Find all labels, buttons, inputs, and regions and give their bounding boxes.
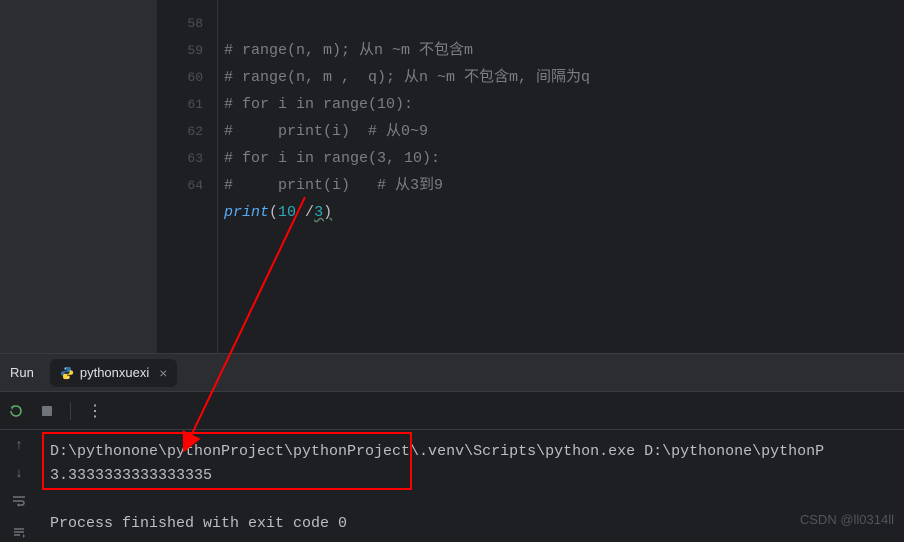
run-toolbar: ⋮	[0, 392, 904, 430]
up-arrow-icon[interactable]: ↑	[15, 438, 23, 454]
line-number: 61	[158, 91, 203, 118]
run-tab-bar: Run pythonxuexi ×	[0, 354, 904, 392]
run-tab-name: pythonxuexi	[80, 365, 149, 380]
line-number: 58	[158, 10, 203, 37]
line-number: 59	[158, 37, 203, 64]
code-line: # for i in range(3, 10):	[224, 150, 440, 167]
editor-area: 58 59 60 61 62 63 64 # range(n, m); 从n ~…	[0, 0, 904, 353]
gutter: 58 59 60 61 62 63 64	[158, 0, 218, 353]
line-number: 62	[158, 118, 203, 145]
code-line: # range(n, m , q); 从n ~m 不包含m, 间隔为q	[224, 69, 590, 86]
console-line: Process finished with exit code 0	[50, 515, 347, 531]
run-label[interactable]: Run	[6, 365, 38, 380]
wrap-icon[interactable]	[11, 494, 27, 513]
separator	[70, 402, 71, 420]
line-number: 63	[158, 145, 203, 172]
code-line: # print(i) # 从3到9	[224, 177, 443, 194]
code-editor[interactable]: # range(n, m); 从n ~m 不包含m # range(n, m ,…	[218, 0, 904, 353]
code-line: print(10 /3)	[224, 204, 332, 221]
code-line: # range(n, m); 从n ~m 不包含m	[224, 42, 473, 59]
close-icon[interactable]: ×	[159, 365, 167, 381]
project-panel[interactable]	[0, 0, 158, 353]
down-arrow-icon[interactable]: ↓	[15, 466, 23, 482]
python-icon	[60, 366, 74, 380]
watermark: CSDN @ll0314ll	[800, 512, 894, 527]
console-line: D:\pythonone\pythonProject\pythonProject…	[50, 443, 824, 460]
run-tab[interactable]: pythonxuexi ×	[50, 359, 178, 387]
console-line: 3.3333333333333335	[50, 467, 212, 484]
console-side-icons: ↑ ↓	[0, 430, 38, 531]
code-line: # print(i) # 从0~9	[224, 123, 428, 140]
stop-icon[interactable]	[40, 404, 54, 418]
console-wrap: ↑ ↓ D:\pythonone\pythonProject\pythonPro…	[0, 430, 904, 531]
line-number: 60	[158, 64, 203, 91]
more-icon[interactable]: ⋮	[87, 401, 105, 421]
scroll-icon[interactable]	[12, 525, 26, 542]
run-panel: Run pythonxuexi × ⋮ ↑ ↓ D:\p	[0, 353, 904, 531]
console-output[interactable]: D:\pythonone\pythonProject\pythonProject…	[38, 430, 904, 531]
restart-icon[interactable]	[8, 403, 24, 419]
line-number: 64	[158, 172, 203, 199]
code-line: # for i in range(10):	[224, 96, 413, 113]
